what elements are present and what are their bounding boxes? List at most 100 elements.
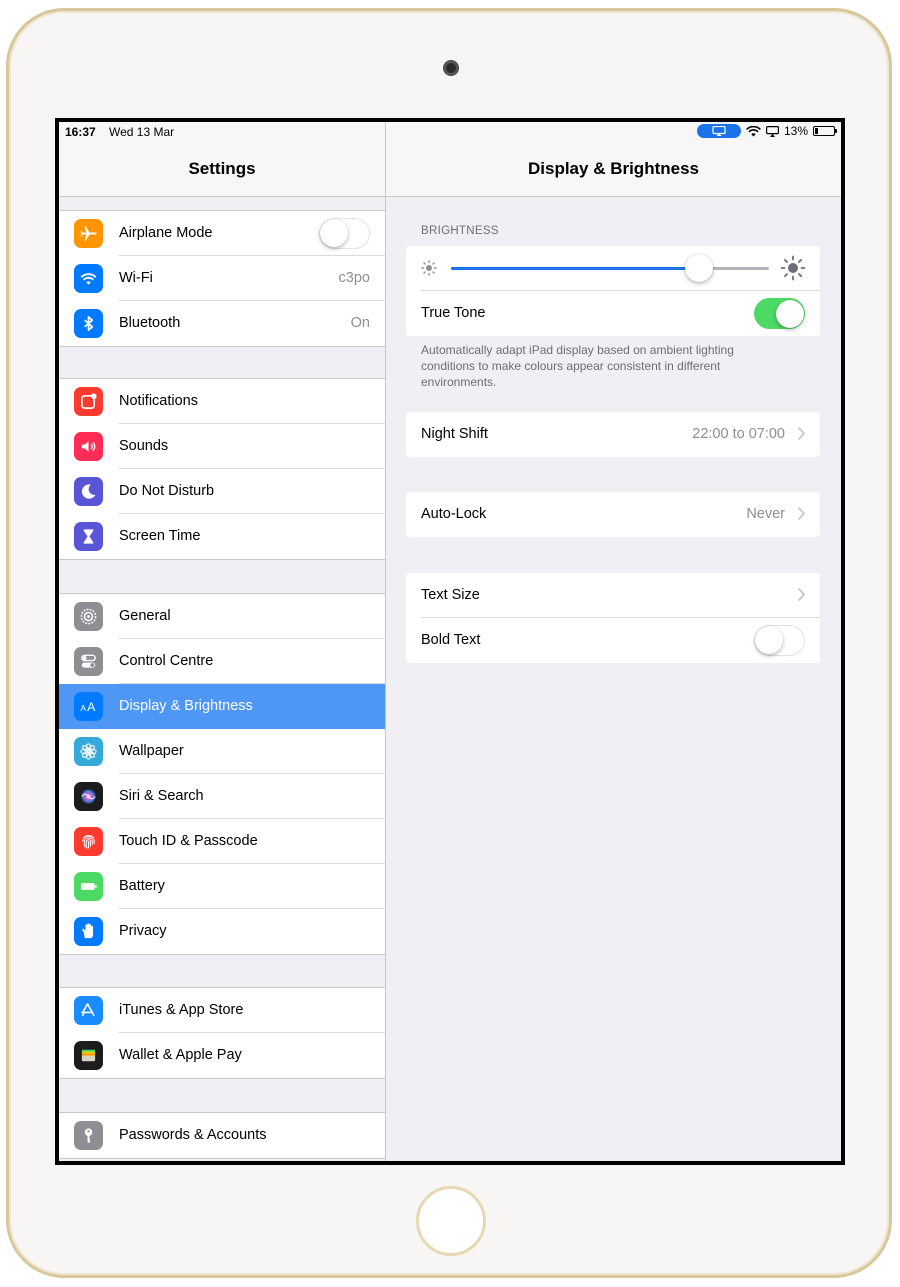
bold-text-label: Bold Text <box>421 632 481 648</box>
brightness-card: True Tone <box>406 246 820 336</box>
auto-lock-label: Auto-Lock <box>421 506 487 522</box>
sidebar-item-itunes-app-store[interactable]: iTunes & App Store <box>59 988 385 1033</box>
settings-group-connectivity: Airplane Mode Wi-Fi c3po Bluetooth On <box>59 210 385 347</box>
sidebar-item-label: Notifications <box>119 393 198 409</box>
front-camera <box>443 60 459 76</box>
wifi-status-icon <box>746 125 761 136</box>
sidebar-item-label: iTunes & App Store <box>119 1002 244 1018</box>
sidebar-item-wallpaper[interactable]: Wallpaper <box>59 729 385 774</box>
screen: 16:37 Wed 13 Mar 13% Settings Airplane M… <box>55 118 845 1165</box>
brightness-slider-thumb[interactable] <box>685 254 714 282</box>
sidebar-item-label: Sounds <box>119 438 169 454</box>
detail-title: Display & Brightness <box>528 159 699 178</box>
wifi-network-name: c3po <box>338 270 370 286</box>
chevron-right-icon <box>797 426 806 441</box>
brightness-section-header: BRIGHTNESS <box>421 225 499 237</box>
sidebar-item-label: Touch ID & Passcode <box>119 833 258 849</box>
auto-lock-value: Never <box>746 506 785 522</box>
moon-icon <box>74 477 103 506</box>
sidebar-item-label: Privacy <box>119 923 167 939</box>
sidebar-item-label: Wallet & Apple Pay <box>119 1047 242 1063</box>
sidebar-item-passwords-accounts[interactable]: Passwords & Accounts <box>59 1113 385 1158</box>
flower-icon <box>74 737 103 766</box>
sun-large-icon <box>780 255 806 281</box>
svg-text:A: A <box>80 703 86 713</box>
wifi-icon <box>74 264 103 293</box>
bluetooth-status: On <box>350 315 370 331</box>
sidebar-item-control-centre[interactable]: Control Centre <box>59 639 385 684</box>
status-bar: 16:37 Wed 13 Mar 13% <box>59 122 841 142</box>
sidebar-item-label: Bluetooth <box>119 315 181 331</box>
sidebar-item-do-not-disturb[interactable]: Do Not Disturb <box>59 469 385 514</box>
sounds-icon <box>74 432 103 461</box>
fingerprint-icon <box>74 827 103 856</box>
battery-icon <box>74 872 103 901</box>
sidebar-item-privacy[interactable]: Privacy <box>59 909 385 954</box>
sidebar-item-notifications[interactable]: Notifications <box>59 379 385 424</box>
status-right: 13% <box>696 124 837 138</box>
sidebar-item-screen-time[interactable]: Screen Time <box>59 514 385 559</box>
night-shift-label: Night Shift <box>421 426 488 442</box>
true-tone-description: Automatically adapt iPad display based o… <box>421 343 734 389</box>
auto-lock-row[interactable]: Auto-Lock Never <box>406 492 820 537</box>
brightness-slider-row <box>406 246 820 291</box>
sidebar-item-display-brightness[interactable]: AA Display & Brightness <box>59 684 385 729</box>
home-button[interactable] <box>416 1186 486 1256</box>
sidebar-title: Settings <box>188 159 256 178</box>
sidebar-item-touch-id-passcode[interactable]: Touch ID & Passcode <box>59 819 385 864</box>
sidebar-item-bluetooth[interactable]: Bluetooth On <box>59 301 385 346</box>
night-shift-row[interactable]: Night Shift 22:00 to 07:00 <box>406 412 820 457</box>
notifications-icon <box>74 387 103 416</box>
svg-text:A: A <box>87 700 96 714</box>
wallet-icon <box>74 1041 103 1070</box>
sidebar-item-label: Airplane Mode <box>119 225 213 241</box>
bold-text-row[interactable]: Bold Text <box>406 618 820 663</box>
airplay-icon <box>712 126 726 136</box>
airplane-mode-toggle[interactable] <box>319 218 370 249</box>
text-card: Text Size Bold Text <box>406 573 820 663</box>
siri-icon <box>74 782 103 811</box>
airplane-icon <box>74 219 103 248</box>
sidebar-item-wifi[interactable]: Wi-Fi c3po <box>59 256 385 301</box>
sidebar-item-label: Display & Brightness <box>119 698 253 714</box>
sidebar-item-wallet-apple-pay[interactable]: Wallet & Apple Pay <box>59 1033 385 1078</box>
sidebar-item-label: Wi-Fi <box>119 270 153 286</box>
hand-icon <box>74 917 103 946</box>
sidebar-item-label: Screen Time <box>119 528 201 544</box>
settings-group-accounts: Passwords & Accounts <box>59 1112 385 1159</box>
sidebar-item-sounds[interactable]: Sounds <box>59 424 385 469</box>
sidebar-item-general[interactable]: General <box>59 594 385 639</box>
switches-icon <box>74 647 103 676</box>
auto-lock-card: Auto-Lock Never <box>406 492 820 537</box>
settings-sidebar: Settings Airplane Mode Wi-Fi c3po Blueto… <box>59 122 386 1161</box>
text-size-icon: AA <box>74 692 103 721</box>
battery-percent: 13% <box>783 124 808 138</box>
screen-mirroring-indicator[interactable] <box>696 124 741 138</box>
chevron-right-icon <box>797 587 806 602</box>
night-shift-card: Night Shift 22:00 to 07:00 <box>406 412 820 457</box>
settings-group-general: General Control Centre AA Display & Brig… <box>59 593 385 955</box>
sidebar-item-siri-search[interactable]: Siri & Search <box>59 774 385 819</box>
true-tone-label: True Tone <box>421 305 486 321</box>
sun-small-icon <box>421 260 437 276</box>
sidebar-item-label: Passwords & Accounts <box>119 1127 267 1143</box>
text-size-row[interactable]: Text Size <box>406 573 820 618</box>
true-tone-toggle[interactable] <box>754 298 805 329</box>
sidebar-item-label: Do Not Disturb <box>119 483 215 499</box>
bold-text-toggle[interactable] <box>754 625 805 656</box>
sidebar-item-airplane-mode[interactable]: Airplane Mode <box>59 211 385 256</box>
brightness-slider-fill <box>451 267 700 270</box>
key-icon <box>74 1121 103 1150</box>
brightness-slider[interactable] <box>451 254 769 282</box>
bluetooth-icon <box>74 309 103 338</box>
battery-status-icon <box>813 126 837 136</box>
true-tone-row[interactable]: True Tone <box>406 291 820 336</box>
text-size-label: Text Size <box>421 587 480 603</box>
airplay-status-icon <box>765 125 779 137</box>
sidebar-item-label: General <box>119 608 171 624</box>
chevron-right-icon <box>797 506 806 521</box>
app-store-icon <box>74 996 103 1025</box>
hourglass-icon <box>74 522 103 551</box>
gear-icon <box>74 602 103 631</box>
sidebar-item-battery[interactable]: Battery <box>59 864 385 909</box>
